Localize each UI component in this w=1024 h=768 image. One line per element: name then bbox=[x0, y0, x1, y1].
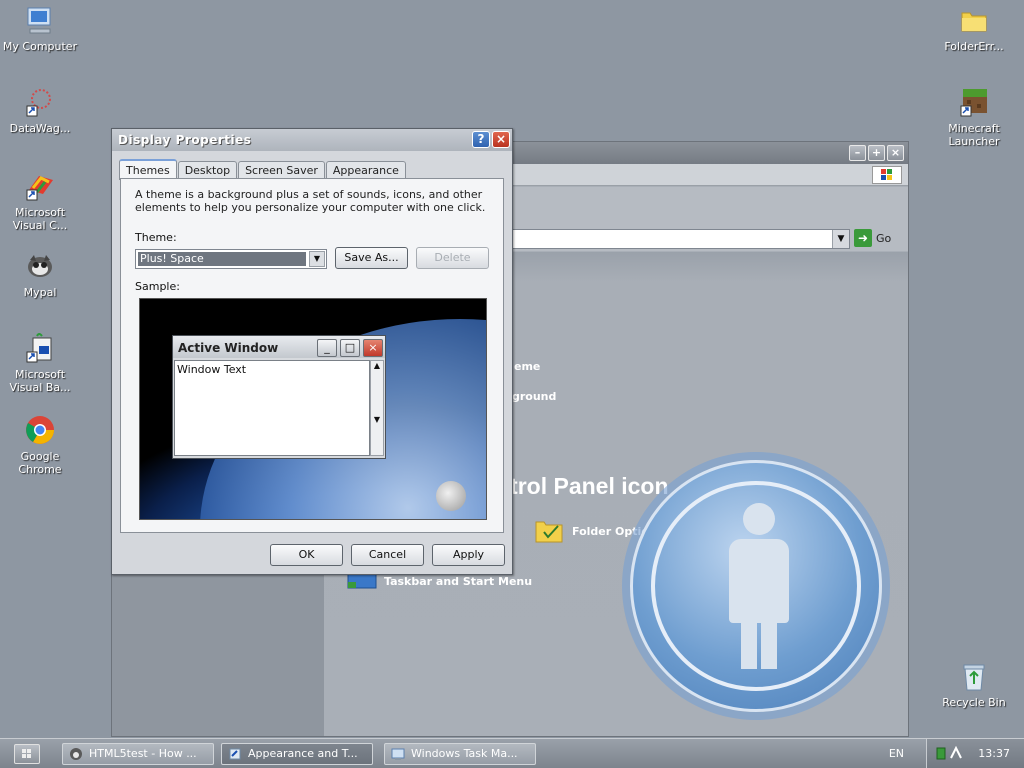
go-label: Go bbox=[876, 231, 892, 245]
desktop-icon-label: Minecraft Launcher bbox=[948, 122, 1000, 148]
taskbar: HTML5test - How ... Appearance and T... … bbox=[0, 738, 1024, 768]
menu-bar bbox=[512, 164, 908, 186]
cancel-button[interactable]: Cancel bbox=[351, 544, 424, 566]
theme-selected-value: Plus! Space bbox=[138, 252, 306, 266]
datawag-icon bbox=[23, 86, 57, 120]
dialog-tabs: Themes Desktop Screen Saver Appearance bbox=[119, 159, 406, 180]
desktop-icon-visual-c[interactable]: Microsoft Visual C... bbox=[0, 170, 80, 232]
desktop-icon-folder-err[interactable]: FolderErr... bbox=[934, 4, 1014, 53]
minimize-button[interactable]: – bbox=[849, 145, 866, 161]
desktop-icon-chrome[interactable]: Google Chrome bbox=[0, 414, 80, 476]
sample-label: Sample: bbox=[135, 280, 180, 293]
desktop-icon-label: Microsoft Visual Ba... bbox=[9, 368, 71, 394]
browser-icon bbox=[69, 747, 83, 761]
desktop-icon-visual-basic[interactable]: Microsoft Visual Ba... bbox=[0, 332, 80, 394]
go-button[interactable]: ➜ Go bbox=[854, 229, 891, 247]
task-label: Appearance and T... bbox=[248, 747, 358, 760]
close-button[interactable]: × bbox=[887, 145, 904, 161]
computer-icon bbox=[23, 4, 57, 38]
chevron-down-icon[interactable]: ▼ bbox=[309, 251, 325, 267]
desktop-icon-datawag[interactable]: DataWag... bbox=[0, 86, 80, 135]
desktop-icon-label: Microsoft Visual C... bbox=[12, 206, 68, 232]
start-button[interactable] bbox=[14, 744, 40, 764]
person-icon bbox=[743, 503, 775, 535]
control-panel-icon bbox=[228, 747, 242, 761]
folder-options-icon bbox=[534, 516, 566, 547]
help-button[interactable]: ? bbox=[472, 131, 490, 148]
sample-window-title: Active Window bbox=[178, 341, 279, 355]
theme-sample-preview: Active Window _ □ × Window Text ▲ ▼ bbox=[139, 298, 487, 520]
visual-c-icon bbox=[23, 170, 57, 204]
address-input[interactable]: ▼ bbox=[512, 229, 850, 249]
save-as-button[interactable]: Save As... bbox=[335, 247, 408, 269]
desktop-icon-minecraft[interactable]: Minecraft Launcher bbox=[934, 86, 1014, 148]
desktop-icon-label: Mypal bbox=[23, 286, 57, 299]
task-html5test[interactable]: HTML5test - How ... bbox=[62, 743, 214, 765]
minecraft-icon bbox=[957, 86, 991, 120]
task-appearance-themes[interactable]: Appearance and T... bbox=[221, 743, 373, 765]
task-windows-task-manager[interactable]: Windows Task Ma... bbox=[384, 743, 536, 765]
section-title: ntrol Panel icon bbox=[496, 473, 669, 499]
toolbar bbox=[512, 187, 908, 227]
desktop-icon-my-computer[interactable]: My Computer bbox=[0, 4, 80, 53]
address-bar-row: ▼ ➜ Go bbox=[512, 227, 908, 251]
desktop-icon-label: Recycle Bin bbox=[942, 696, 1006, 709]
language-indicator[interactable]: EN bbox=[889, 747, 904, 760]
close-icon: × bbox=[363, 339, 383, 357]
windows-logo-icon bbox=[872, 166, 902, 184]
sample-window-text: Window Text bbox=[174, 360, 370, 456]
chrome-icon bbox=[23, 414, 57, 448]
taskbar-start-menu-label: Taskbar and Start Menu bbox=[384, 575, 533, 588]
user-info-graphic bbox=[630, 460, 882, 712]
link-theme[interactable]: eme bbox=[514, 360, 540, 373]
apply-button[interactable]: Apply bbox=[432, 544, 505, 566]
system-tray: 13:37 bbox=[926, 739, 1024, 768]
desktop-icon-label: My Computer bbox=[2, 40, 78, 53]
themes-panel: A theme is a background plus a set of so… bbox=[120, 178, 504, 533]
dialog-close-button[interactable]: × bbox=[492, 131, 510, 148]
sample-scrollbar: ▲ ▼ bbox=[370, 360, 384, 456]
maximize-icon: □ bbox=[340, 339, 360, 357]
clock[interactable]: 13:37 bbox=[978, 747, 1010, 760]
mypal-icon bbox=[23, 250, 57, 284]
minimize-icon: _ bbox=[317, 339, 337, 357]
delete-button[interactable]: Delete bbox=[416, 247, 489, 269]
tab-themes[interactable]: Themes bbox=[119, 159, 177, 180]
task-label: HTML5test - How ... bbox=[89, 747, 197, 760]
recycle-bin-icon bbox=[957, 660, 991, 694]
task-label: Windows Task Ma... bbox=[411, 747, 518, 760]
link-background[interactable]: ground bbox=[512, 390, 556, 403]
desktop-icon-mypal[interactable]: Mypal bbox=[0, 250, 80, 299]
desktop-icon-recycle-bin[interactable]: Recycle Bin bbox=[934, 660, 1014, 709]
chevron-down-icon[interactable]: ▼ bbox=[832, 230, 849, 248]
moon-image bbox=[436, 481, 466, 511]
task-manager-icon bbox=[391, 747, 405, 761]
theme-description: A theme is a background plus a set of so… bbox=[135, 188, 486, 214]
display-properties-dialog[interactable]: Display Properties ? × Themes Desktop Sc… bbox=[111, 128, 513, 575]
ok-button[interactable]: OK bbox=[270, 544, 343, 566]
desktop-icon-label: DataWag... bbox=[9, 122, 71, 135]
maximize-button[interactable]: + bbox=[868, 145, 885, 161]
theme-dropdown[interactable]: Plus! Space ▼ bbox=[135, 249, 327, 269]
folder-icon bbox=[957, 4, 991, 38]
visual-basic-icon bbox=[23, 332, 57, 366]
desktop-icon-label: FolderErr... bbox=[944, 40, 1004, 53]
dialog-titlebar[interactable]: Display Properties ? × bbox=[112, 129, 512, 151]
theme-label: Theme: bbox=[135, 231, 177, 244]
go-arrow-icon: ➜ bbox=[854, 229, 872, 247]
network-icon[interactable] bbox=[949, 745, 962, 760]
battery-icon[interactable] bbox=[935, 746, 947, 760]
sample-active-window: Active Window _ □ × Window Text ▲ ▼ bbox=[172, 335, 386, 459]
desktop-icon-label: Google Chrome bbox=[18, 450, 62, 476]
dialog-title: Display Properties bbox=[118, 133, 252, 147]
